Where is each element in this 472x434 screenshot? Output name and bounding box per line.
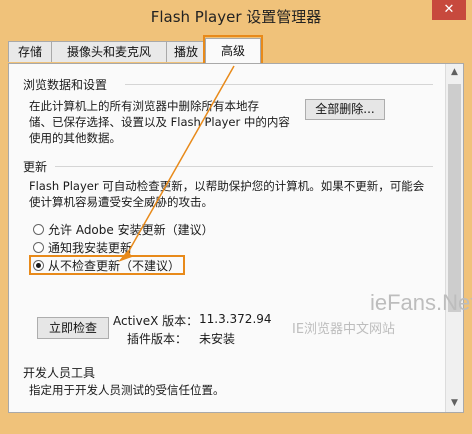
vertical-scrollbar[interactable]: ▲ ▼ [445, 64, 463, 412]
tab-storage[interactable]: 存储 [8, 41, 52, 62]
radio-allow-auto-update[interactable]: 允许 Adobe 安装更新（建议） [33, 221, 214, 237]
section-divider [125, 84, 433, 85]
activex-version-value: 11.3.372.94 [199, 312, 272, 326]
advanced-panel: 浏览数据和设置 在此计算机上的所有浏览器中删除所有本地存 储、已保存选择、设置以… [8, 63, 464, 413]
radio-notify-update[interactable]: 通知我安装更新 [33, 239, 132, 255]
activex-version-label: ActiveX 版本： [113, 314, 199, 328]
developer-section-title: 开发人员工具 [23, 366, 96, 380]
updates-description: Flash Player 可自动检查更新，以帮助保护您的计算机。如果不更新，可能… [29, 179, 425, 209]
window-title: Flash Player 设置管理器 [150, 8, 322, 26]
section-divider [55, 166, 433, 167]
title-bar: Flash Player 设置管理器 ✕ [0, 0, 472, 34]
scroll-up-arrow-icon[interactable]: ▲ [446, 64, 463, 81]
scroll-thumb[interactable] [448, 84, 461, 312]
radio-label: 允许 Adobe 安装更新（建议） [48, 222, 214, 237]
radio-label: 通知我安装更新 [48, 240, 133, 255]
scroll-down-arrow-icon[interactable]: ▼ [446, 395, 463, 412]
browsing-section-title: 浏览数据和设置 [23, 78, 108, 92]
plugin-version-value: 未安装 [199, 332, 236, 346]
option-highlight-box [29, 255, 185, 275]
watermark-brand: ieFans.Net [370, 290, 472, 315]
developer-description: 指定用于开发人员测试的受信任位置。 [29, 383, 225, 397]
watermark-subtitle: IE浏览器中文网站 [292, 322, 396, 337]
plugin-version-label: 插件版本： [127, 332, 188, 346]
check-now-button[interactable]: 立即检查 [37, 317, 109, 339]
close-icon: ✕ [443, 2, 455, 17]
tab-playback[interactable]: 播放 [166, 41, 206, 62]
browsing-description: 在此计算机上的所有浏览器中删除所有本地存 储、已保存选择、设置以及 Flash … [29, 99, 290, 145]
updates-section-title: 更新 [23, 160, 48, 174]
settings-window: Flash Player 设置管理器 ✕ 存储 摄像头和麦克风 播放 高级 浏览… [0, 0, 472, 434]
delete-all-button[interactable]: 全部删除... [305, 99, 385, 120]
tab-highlight-box [203, 35, 263, 66]
close-button[interactable]: ✕ [432, 0, 466, 20]
radio-button[interactable] [33, 223, 44, 235]
tab-camera-microphone[interactable]: 摄像头和麦克风 [51, 41, 167, 62]
radio-button[interactable] [33, 241, 44, 253]
